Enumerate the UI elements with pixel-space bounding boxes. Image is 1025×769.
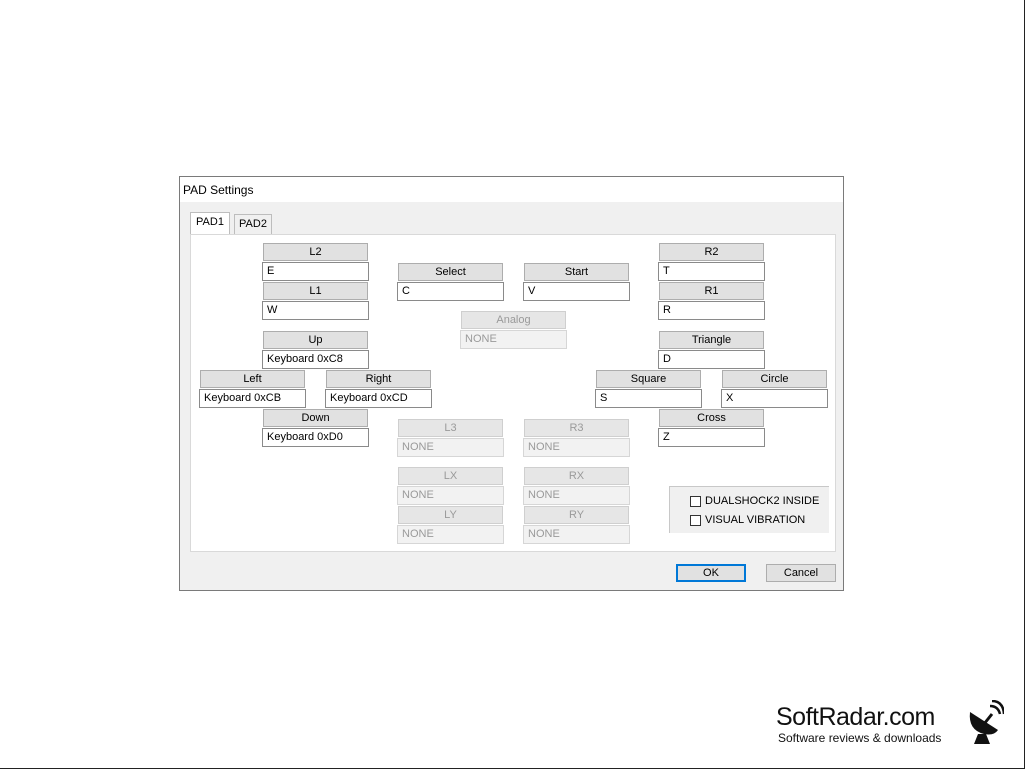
l2-button[interactable]: L2 [263, 243, 368, 261]
start-value[interactable]: V [523, 282, 630, 301]
right-button[interactable]: Right [326, 370, 431, 388]
vibration-option[interactable]: VISUAL VIBRATION [690, 512, 805, 528]
rx-button: RX [524, 467, 629, 485]
dualshock2-label: DUALSHOCK2 INSIDE [705, 495, 820, 507]
analog-value: NONE [460, 330, 567, 349]
circle-mapping: Circle X [721, 370, 828, 408]
right-value[interactable]: Keyboard 0xCD [325, 389, 432, 408]
l1-button[interactable]: L1 [263, 282, 368, 300]
left-value[interactable]: Keyboard 0xCB [199, 389, 306, 408]
l3-button: L3 [398, 419, 503, 437]
ly-value: NONE [397, 525, 504, 544]
pad-settings-dialog: PAD Settings PAD1 PAD2 L2 E L1 W Up Keyb… [179, 176, 844, 591]
vibration-checkbox[interactable] [690, 514, 701, 526]
left-mapping: Left Keyboard 0xCB [199, 370, 306, 408]
lx-mapping: LX NONE [397, 467, 504, 505]
square-button[interactable]: Square [596, 370, 701, 388]
rx-value: NONE [523, 486, 630, 505]
analog-button: Analog [461, 311, 566, 329]
softradar-watermark: SoftRadar.com Software reviews & downloa… [776, 700, 1006, 745]
cancel-button[interactable]: Cancel [766, 564, 836, 582]
square-mapping: Square S [595, 370, 702, 408]
brand-name: SoftRadar.com [776, 703, 935, 731]
r1-button[interactable]: R1 [659, 282, 764, 300]
cross-mapping: Cross Z [658, 409, 765, 447]
cross-value[interactable]: Z [658, 428, 765, 447]
dualshock2-checkbox[interactable] [690, 495, 701, 507]
l2-value[interactable]: E [262, 262, 369, 281]
triangle-mapping: Triangle D [658, 331, 765, 369]
triangle-button[interactable]: Triangle [659, 331, 764, 349]
l1-value[interactable]: W [262, 301, 369, 320]
l2-mapping: L2 E [262, 243, 369, 281]
r3-button: R3 [524, 419, 629, 437]
tab-pad1[interactable]: PAD1 [190, 212, 230, 234]
ly-mapping: LY NONE [397, 506, 504, 544]
brand-tagline: Software reviews & downloads [778, 731, 942, 745]
analog-mapping: Analog NONE [460, 311, 567, 349]
l3-value: NONE [397, 438, 504, 457]
dualshock2-option[interactable]: DUALSHOCK2 INSIDE [690, 493, 819, 509]
triangle-value[interactable]: D [658, 350, 765, 369]
ok-button[interactable]: OK [676, 564, 746, 582]
up-button[interactable]: Up [263, 331, 368, 349]
square-value[interactable]: S [595, 389, 702, 408]
r2-value[interactable]: T [658, 262, 765, 281]
r1-value[interactable]: R [658, 301, 765, 320]
r2-button[interactable]: R2 [659, 243, 764, 261]
satellite-dish-icon [969, 700, 1004, 744]
cross-button[interactable]: Cross [659, 409, 764, 427]
dialog-title: PAD Settings [183, 183, 254, 197]
vibration-label: VISUAL VIBRATION [705, 514, 806, 526]
r1-mapping: R1 R [658, 282, 765, 320]
right-mapping: Right Keyboard 0xCD [325, 370, 432, 408]
select-value[interactable]: C [397, 282, 504, 301]
r3-mapping: R3 NONE [523, 419, 630, 457]
up-mapping: Up Keyboard 0xC8 [262, 331, 369, 369]
select-button[interactable]: Select [398, 263, 503, 281]
circle-value[interactable]: X [721, 389, 828, 408]
circle-button[interactable]: Circle [722, 370, 827, 388]
title-bar: PAD Settings [180, 177, 843, 202]
r3-value: NONE [523, 438, 630, 457]
start-button[interactable]: Start [524, 263, 629, 281]
l1-mapping: L1 W [262, 282, 369, 320]
down-value[interactable]: Keyboard 0xD0 [262, 428, 369, 447]
l3-mapping: L3 NONE [397, 419, 504, 457]
down-button[interactable]: Down [263, 409, 368, 427]
tab-pad2[interactable]: PAD2 [234, 214, 272, 234]
left-button[interactable]: Left [200, 370, 305, 388]
up-value[interactable]: Keyboard 0xC8 [262, 350, 369, 369]
ry-mapping: RY NONE [523, 506, 630, 544]
rx-mapping: RX NONE [523, 467, 630, 505]
pad1-tab-panel: L2 E L1 W Up Keyboard 0xC8 Left Keyboard… [190, 234, 836, 552]
r2-mapping: R2 T [658, 243, 765, 281]
options-group: DUALSHOCK2 INSIDE VISUAL VIBRATION [669, 486, 829, 533]
down-mapping: Down Keyboard 0xD0 [262, 409, 369, 447]
ry-button: RY [524, 506, 629, 524]
start-mapping: Start V [523, 263, 630, 301]
ly-button: LY [398, 506, 503, 524]
lx-button: LX [398, 467, 503, 485]
ry-value: NONE [523, 525, 630, 544]
select-mapping: Select C [397, 263, 504, 301]
lx-value: NONE [397, 486, 504, 505]
